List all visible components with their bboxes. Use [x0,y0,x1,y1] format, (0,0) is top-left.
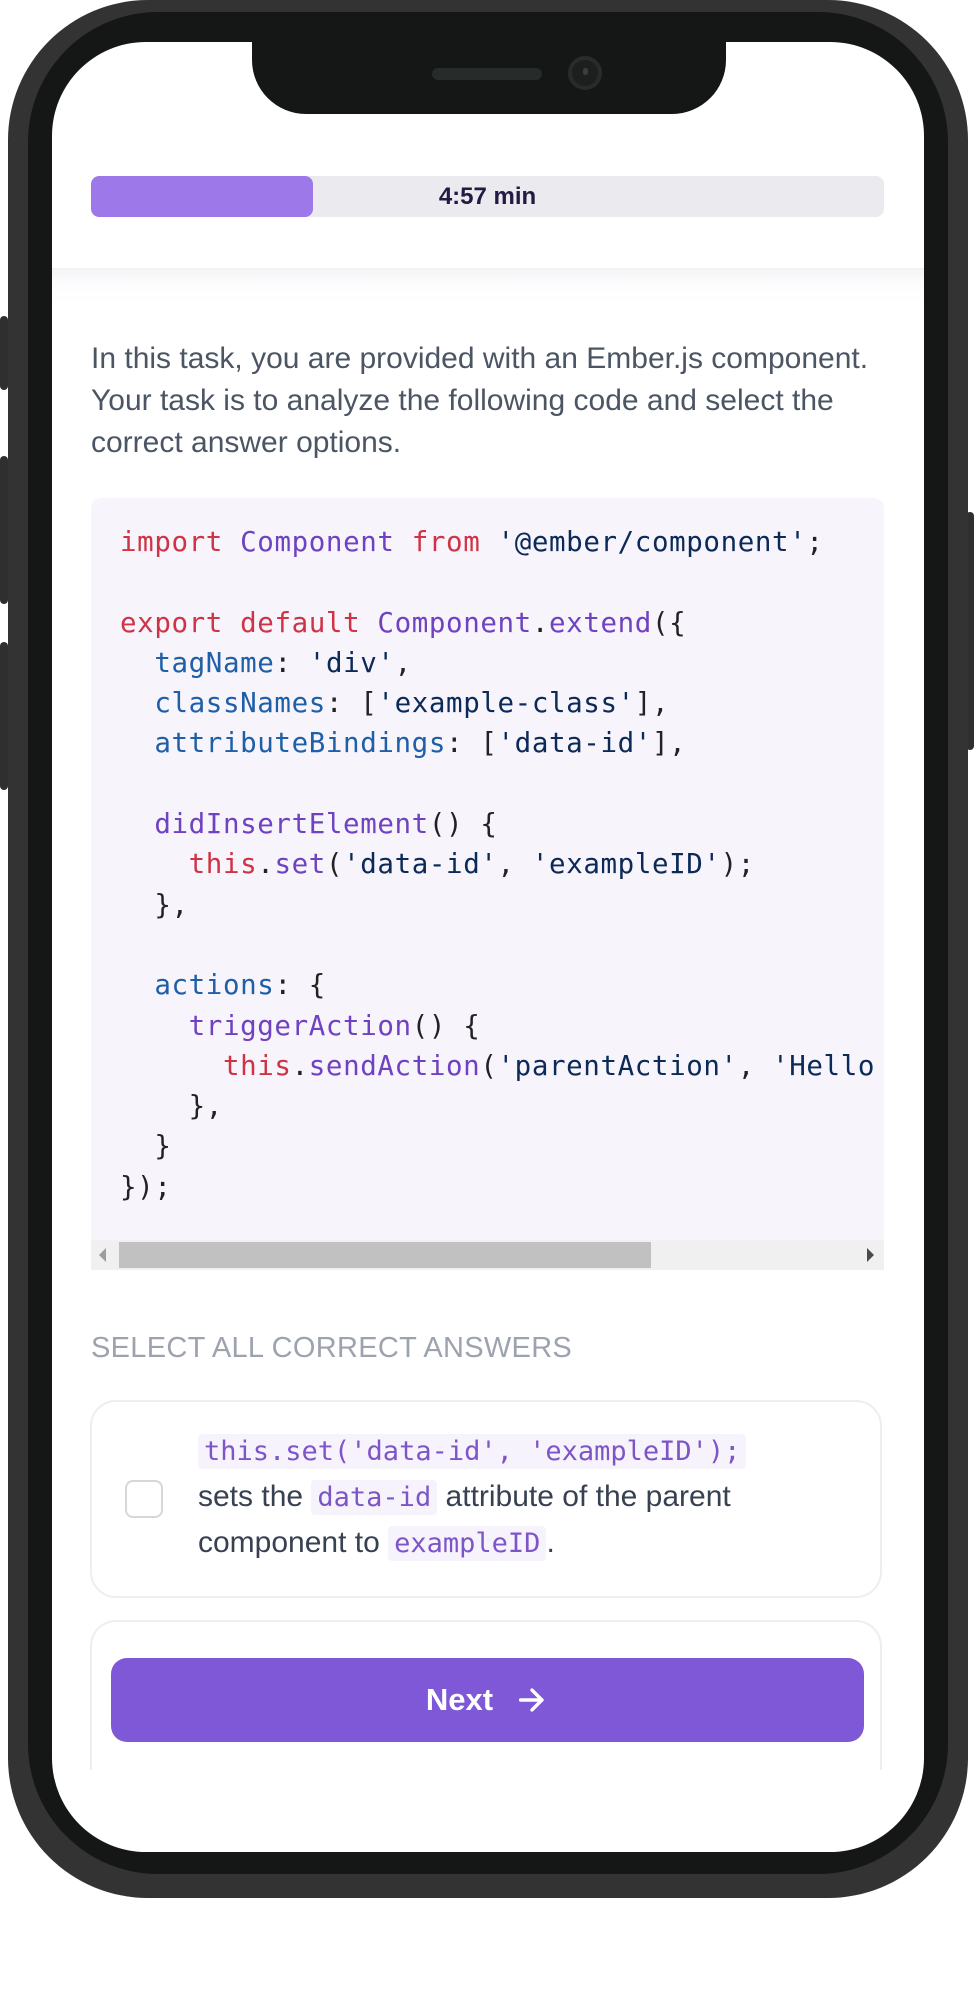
code-line: this.set('data-id', 'exampleID'); [188,848,755,881]
code-line: export default Component.extend({ [120,606,687,639]
task-description: In this task, you are provided with an E… [91,342,869,459]
code-line: tagName: 'div', [154,646,412,679]
code-horizontal-scrollbar[interactable] [91,1240,884,1270]
answers-instruction: Select all correct answers [91,1332,573,1364]
answer-checkbox[interactable] [125,1480,163,1518]
timer-label: 4:57 min [438,183,537,210]
answer-inline-code: data-id [311,1480,438,1515]
answer-text: this.set('data-id', 'exampleID'); sets t… [198,1428,838,1566]
silent-switch [0,316,8,390]
code-line: didInsertElement() { [154,808,498,841]
code-line: classNames: ['example-class'], [154,687,670,720]
scrollbar-thumb[interactable] [119,1242,651,1268]
answer-text-part: sets the [198,1480,304,1513]
code-block: import Component from '@ember/component'… [91,498,884,1268]
code-line: }, [154,888,189,921]
code-line: this.sendAction('parentAction', 'Hello [222,1049,876,1082]
code-line: import Component from '@ember/component'… [120,526,824,558]
code-line: } [154,1130,172,1163]
quiz-page: 4:57 min In this task, you are provided … [0,0,976,2004]
code-line: triggerAction() { [188,1009,481,1042]
answer-inline-code: exampleID [388,1526,547,1561]
speaker-grille [432,68,542,80]
arrow-right-icon [519,1688,544,1712]
volume-up-button [0,456,8,604]
code-line: actions: { [154,969,326,1002]
answer-text-part: . [546,1526,555,1559]
timer-progress-bar: 4:57 min [91,176,884,217]
next-button-label: Next [425,1682,494,1717]
code-line: }, [188,1090,223,1123]
code-line: }); [120,1170,172,1203]
header-divider [52,268,924,303]
scroll-left-arrow-icon[interactable] [99,1248,106,1262]
front-camera [568,56,602,90]
code-content: import Component from '@ember/component'… [120,522,875,1207]
code-line: attributeBindings: ['data-id'], [154,727,687,760]
next-button[interactable]: Next [111,1658,864,1742]
scroll-right-arrow-icon[interactable] [867,1248,874,1262]
answer-code-snippet: this.set('data-id', 'exampleID'); [198,1434,747,1469]
volume-down-button [0,642,8,790]
answer-option[interactable]: this.set('data-id', 'exampleID'); sets t… [90,1400,882,1598]
